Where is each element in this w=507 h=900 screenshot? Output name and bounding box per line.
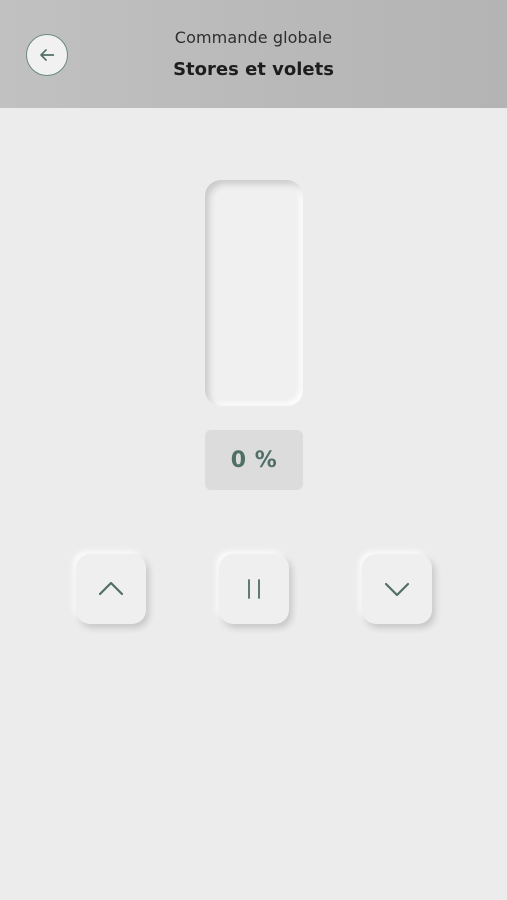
header-bar: Commande globale Stores et volets bbox=[0, 0, 507, 108]
position-slider[interactable] bbox=[205, 180, 303, 406]
chevron-up-icon bbox=[98, 581, 124, 596]
chevron-down-icon bbox=[384, 582, 410, 597]
pause-icon bbox=[248, 579, 260, 599]
position-value: 0 % bbox=[205, 430, 303, 490]
open-button[interactable] bbox=[76, 554, 146, 624]
header-subtitle: Commande globale bbox=[174, 28, 333, 47]
screen: Commande globale Stores et volets 0 % bbox=[0, 0, 507, 900]
stop-button[interactable] bbox=[219, 554, 289, 624]
page-title: Stores et volets bbox=[173, 59, 334, 80]
close-button[interactable] bbox=[362, 554, 432, 624]
